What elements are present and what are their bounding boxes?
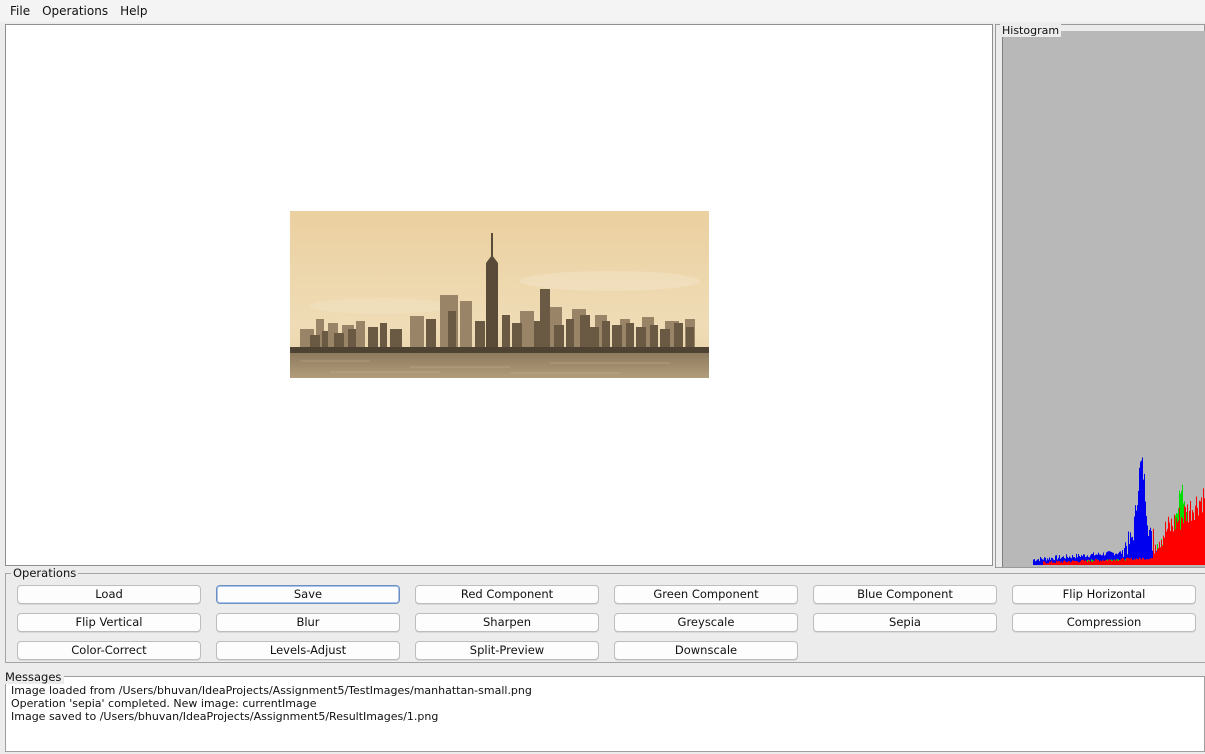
downscale-button[interactable]: Downscale: [614, 641, 798, 660]
flip-vertical-button[interactable]: Flip Vertical: [17, 613, 201, 632]
menu-help[interactable]: Help: [114, 0, 153, 22]
operations-panel: Operations Load Save Red Component Green…: [5, 566, 1205, 663]
menu-operations[interactable]: Operations: [36, 0, 114, 22]
greyscale-button[interactable]: Greyscale: [614, 613, 798, 632]
split-preview-button[interactable]: Split-Preview: [415, 641, 599, 660]
blur-button[interactable]: Blur: [216, 613, 400, 632]
histogram-title: Histogram: [1000, 24, 1062, 37]
histogram-plot: [1002, 31, 1205, 567]
compression-button[interactable]: Compression: [1012, 613, 1196, 632]
message-line: Image loaded from /Users/bhuvan/IdeaProj…: [11, 684, 532, 697]
flip-horizontal-button[interactable]: Flip Horizontal: [1012, 585, 1196, 604]
histogram-panel: Histogram: [995, 24, 1205, 568]
messages-title: Messages: [5, 670, 65, 684]
green-component-button[interactable]: Green Component: [614, 585, 798, 604]
levels-adjust-button[interactable]: Levels-Adjust: [216, 641, 400, 660]
sepia-button[interactable]: Sepia: [813, 613, 997, 632]
messages-log[interactable]: Image loaded from /Users/bhuvan/IdeaProj…: [5, 676, 1205, 752]
image-display-panel: [5, 24, 993, 566]
menu-bar: File Operations Help: [0, 0, 1205, 22]
image-preview: [290, 211, 709, 378]
message-line: Operation 'sepia' completed. New image: …: [11, 697, 317, 710]
messages-panel: Messages Image loaded from /Users/bhuvan…: [5, 670, 1205, 754]
message-line: Image saved to /Users/bhuvan/IdeaProject…: [11, 710, 439, 723]
operations-title: Operations: [11, 566, 79, 580]
blue-component-button[interactable]: Blue Component: [813, 585, 997, 604]
sharpen-button[interactable]: Sharpen: [415, 613, 599, 632]
color-correct-button[interactable]: Color-Correct: [17, 641, 201, 660]
save-button[interactable]: Save: [216, 585, 400, 604]
histogram-series: [1033, 457, 1168, 565]
load-button[interactable]: Load: [17, 585, 201, 604]
red-component-button[interactable]: Red Component: [415, 585, 599, 604]
histogram-chart: [1033, 457, 1205, 565]
menu-file[interactable]: File: [0, 0, 36, 22]
